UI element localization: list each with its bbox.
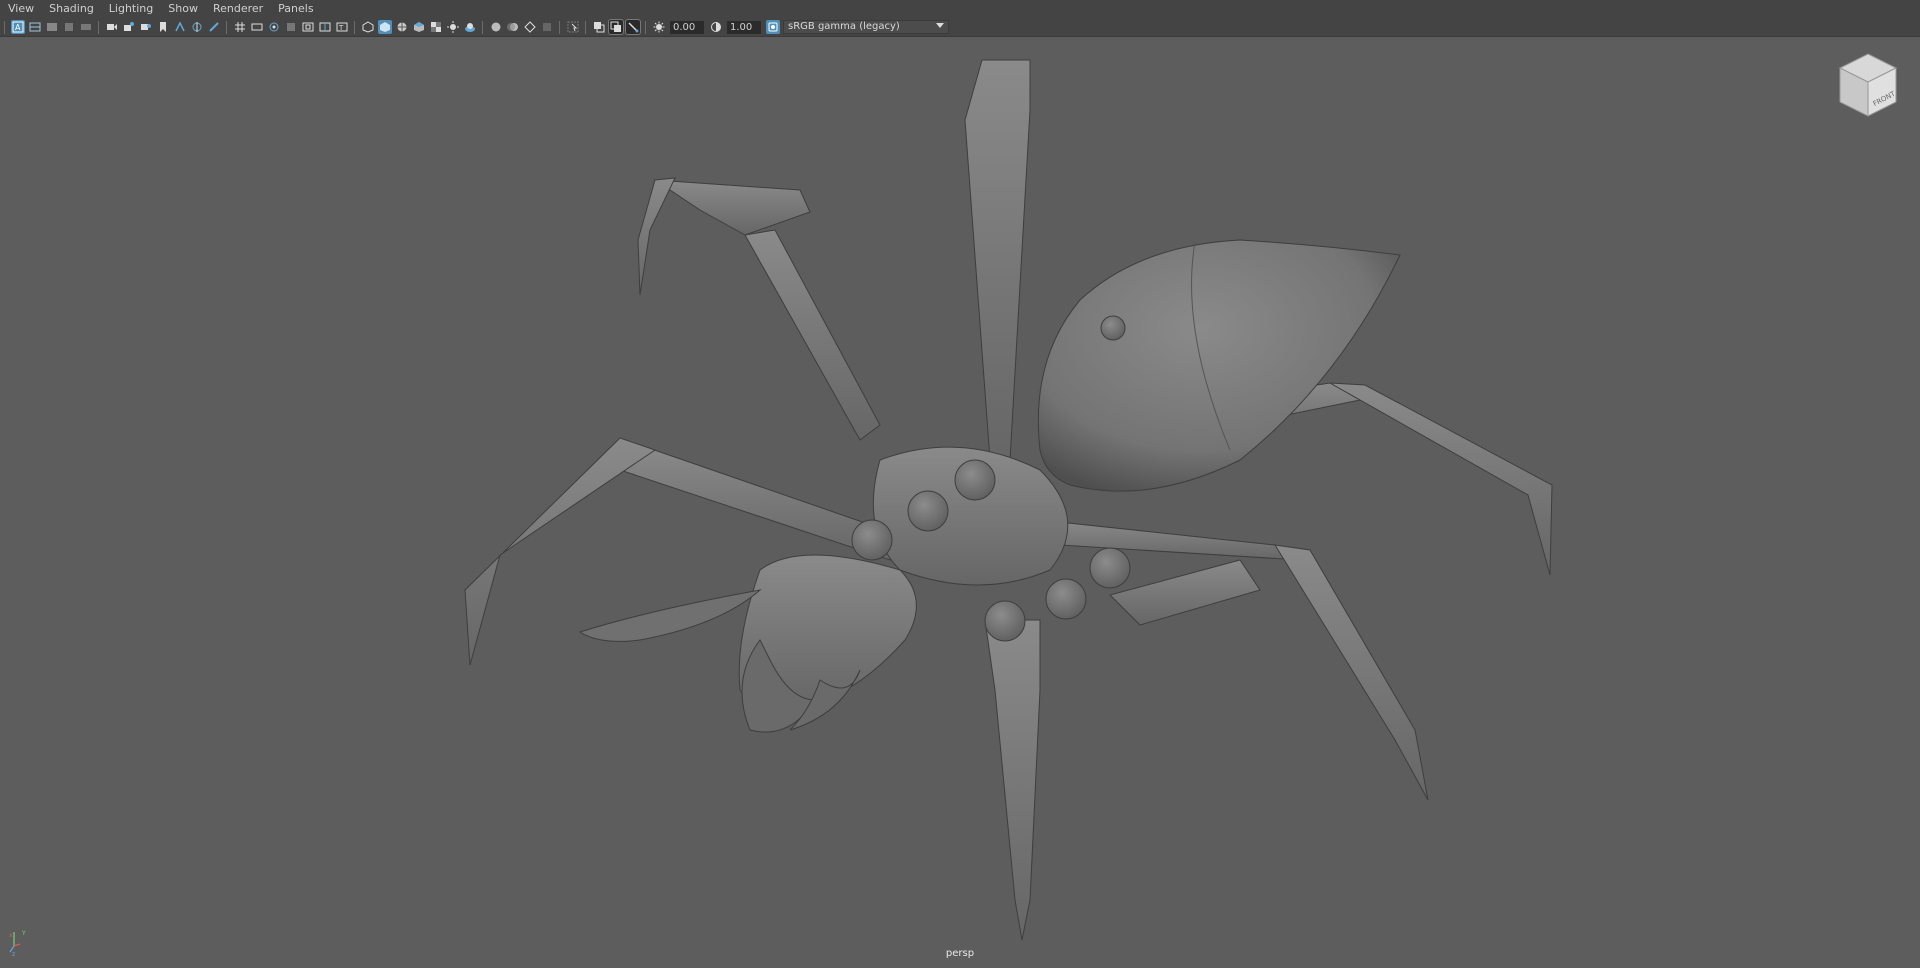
abdomen	[1037, 239, 1401, 492]
arm-segment	[964, 59, 1031, 461]
joint-ball	[984, 600, 1026, 642]
leg-segment	[1038, 519, 1301, 561]
antenna	[578, 589, 762, 642]
svg-text:x: x	[9, 932, 13, 939]
leg-segment	[1329, 382, 1553, 576]
claw-segment	[653, 179, 811, 236]
stinger-segment	[984, 619, 1041, 941]
svg-text:Y: Y	[21, 930, 26, 937]
leg-segment	[1274, 544, 1429, 801]
joint-ball	[907, 490, 949, 532]
joint-ball	[1045, 578, 1087, 620]
claw-tip	[637, 177, 676, 296]
leg-segment	[1109, 559, 1261, 626]
joint-ball	[851, 519, 893, 561]
camera-name-label: persp	[945, 948, 975, 959]
joint-ball	[1089, 547, 1131, 589]
joint-ball	[954, 459, 996, 501]
abdomen-bolt	[1100, 315, 1126, 341]
view-cube[interactable]: FRONT	[1838, 52, 1898, 120]
claw-segment	[744, 229, 881, 441]
spider-robot-model[interactable]	[0, 0, 1920, 968]
